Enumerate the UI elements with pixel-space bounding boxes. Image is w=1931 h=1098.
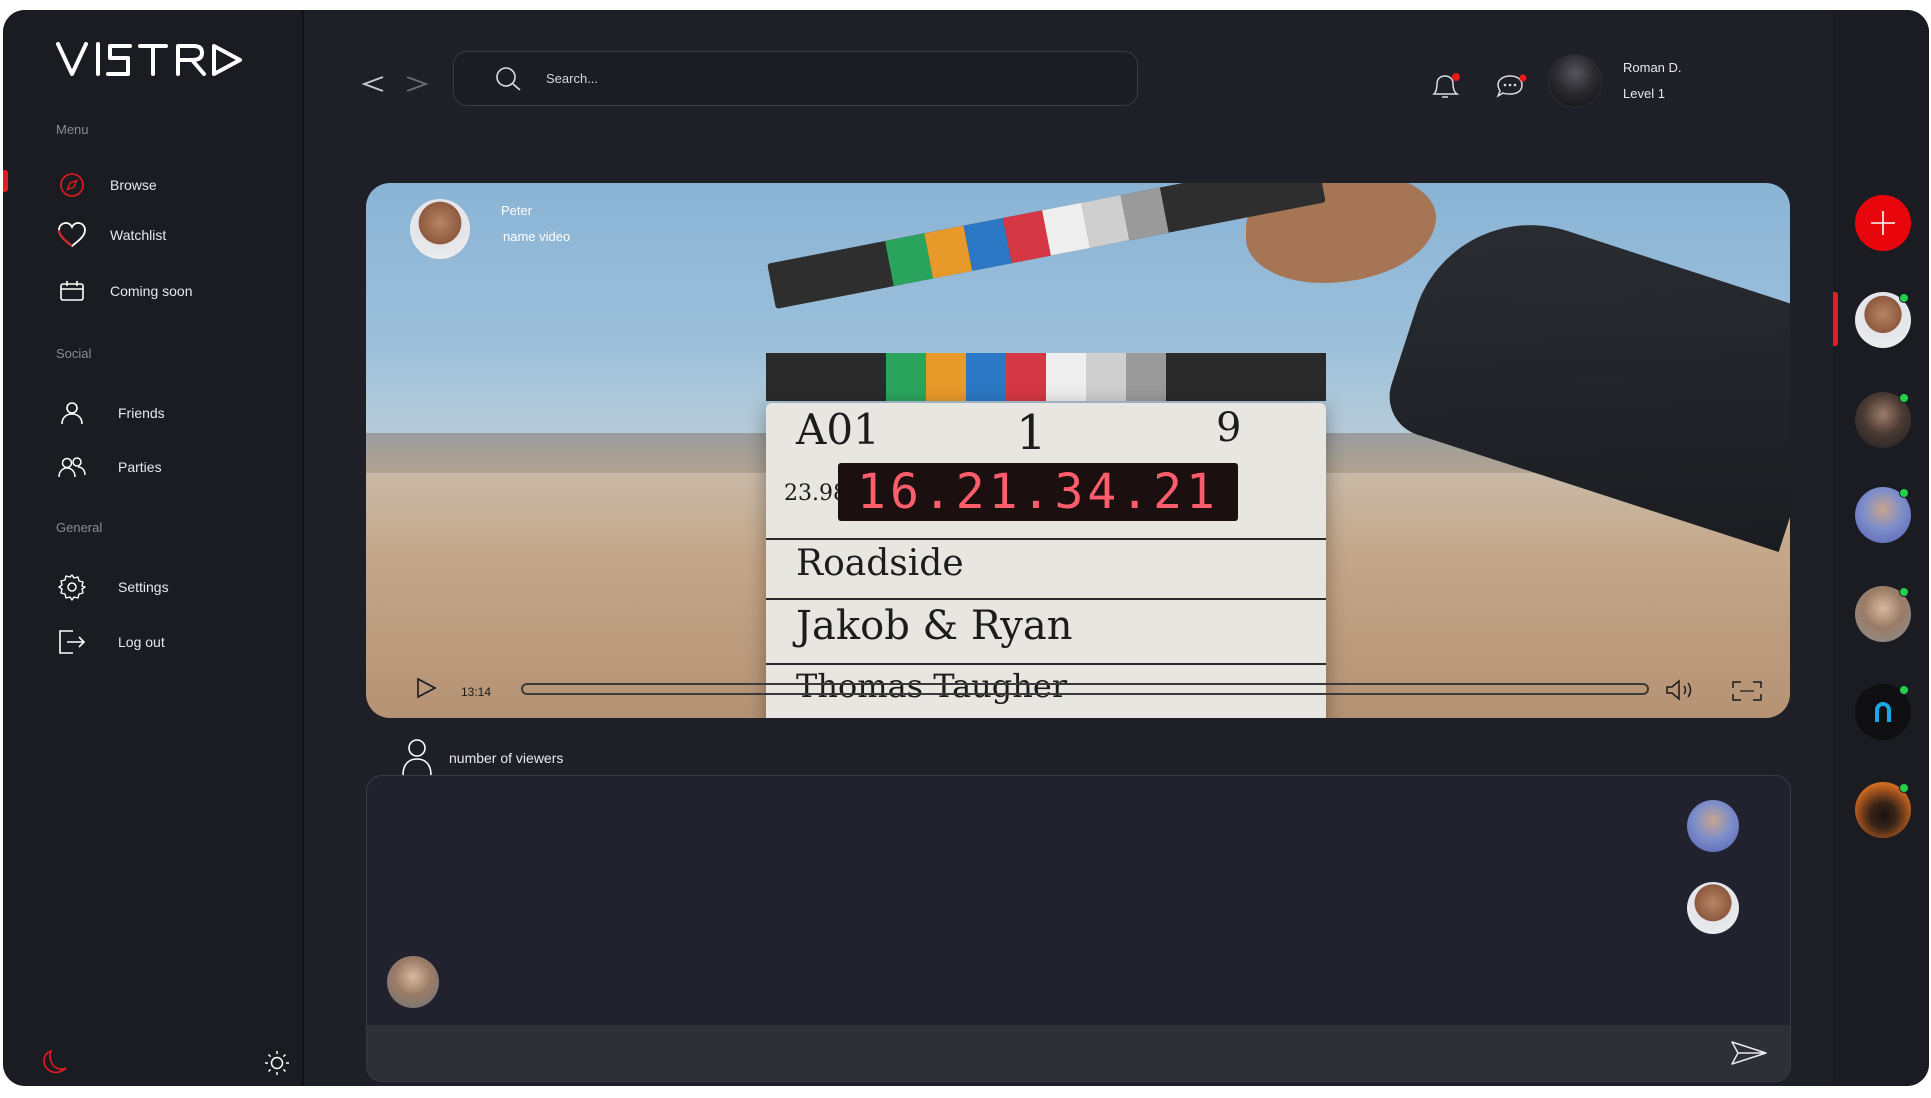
sidebar: Menu Browse Watchlist Coming soon Social xyxy=(3,10,304,1086)
online-indicator xyxy=(1899,488,1909,498)
player-controls: 13:14 xyxy=(366,658,1790,718)
sidebar-item-label: Settings xyxy=(118,579,169,595)
play-button[interactable] xyxy=(414,676,438,705)
user-level: Level 1 xyxy=(1623,86,1665,101)
friend-avatar-1[interactable] xyxy=(1855,292,1911,348)
chat-panel xyxy=(366,775,1791,1082)
logout-icon xyxy=(56,626,88,658)
sidebar-item-coming-soon[interactable]: Coming soon xyxy=(56,271,193,311)
clapper-stripes xyxy=(766,353,1326,401)
calendar-icon xyxy=(56,275,88,307)
fullscreen-icon xyxy=(1732,681,1762,701)
bell-icon xyxy=(1432,73,1460,98)
clapper-arm xyxy=(767,183,1326,309)
send-icon xyxy=(1731,1041,1767,1065)
sidebar-item-logout[interactable]: Log out xyxy=(56,622,165,662)
dark-mode-toggle[interactable] xyxy=(41,1048,69,1081)
sidebar-item-label: Log out xyxy=(118,634,165,650)
chat-input-bar xyxy=(367,1025,1790,1081)
sidebar-item-friends[interactable]: Friends xyxy=(56,393,165,433)
sidebar-item-label: Friends xyxy=(118,405,165,421)
streamer-avatar[interactable] xyxy=(410,199,470,259)
send-button[interactable] xyxy=(1730,1039,1768,1072)
video-scene-arm xyxy=(1379,193,1790,553)
sidebar-item-settings[interactable]: Settings xyxy=(56,567,169,607)
sidebar-item-label: Coming soon xyxy=(110,283,193,299)
heart-icon xyxy=(56,219,88,251)
online-indicator xyxy=(1899,587,1909,597)
forward-arrow-icon[interactable] xyxy=(405,74,429,94)
clapboard-dir: Jakob & Ryan xyxy=(796,603,1073,649)
sidebar-item-label: Parties xyxy=(118,459,162,475)
sidebar-item-browse[interactable]: Browse xyxy=(56,165,157,205)
search-input[interactable] xyxy=(544,70,1048,87)
section-menu-title: Menu xyxy=(56,122,89,137)
section-social-title: Social xyxy=(56,346,92,361)
history-nav xyxy=(361,74,429,94)
volume-icon xyxy=(1666,679,1692,701)
friend-avatar-5[interactable] xyxy=(1855,684,1911,740)
search-bar xyxy=(453,51,1138,106)
brand-logo[interactable] xyxy=(54,38,244,87)
moon-icon xyxy=(43,1049,67,1074)
fullscreen-button[interactable] xyxy=(1731,680,1763,707)
chat-avatar-peter[interactable] xyxy=(1687,882,1739,934)
friend-avatar-2[interactable] xyxy=(1855,392,1911,448)
user-avatar[interactable] xyxy=(1548,54,1602,108)
chat-message-input[interactable] xyxy=(397,1041,1701,1059)
video-title: name video xyxy=(503,229,571,244)
clapboard-prod: Roadside xyxy=(796,543,964,584)
clapboard-scene: 1 xyxy=(1016,405,1047,461)
users-icon xyxy=(56,451,88,483)
current-time: 13:14 xyxy=(461,685,492,699)
app-window: Menu Browse Watchlist Coming soon Social xyxy=(3,10,1929,1086)
plus-icon xyxy=(1871,211,1895,235)
rail-active-indicator xyxy=(1833,292,1838,346)
online-indicator xyxy=(1899,783,1909,793)
user-name: Roman D. xyxy=(1623,60,1682,75)
viewers-count-label: number of viewers xyxy=(449,750,564,766)
active-indicator xyxy=(3,170,8,192)
add-friend-button[interactable] xyxy=(1855,195,1911,251)
online-indicator xyxy=(1899,393,1909,403)
chat-avatar-woman[interactable] xyxy=(1687,800,1739,852)
avatar-logo-icon xyxy=(1875,702,1891,722)
video-player[interactable]: A01 1 9 23.98 16.21.34.21 Roadside Jakob… xyxy=(366,183,1790,718)
streamer-name: Peter xyxy=(501,203,533,218)
compass-icon xyxy=(56,169,88,201)
user-icon xyxy=(56,397,88,429)
vistra-logo-icon xyxy=(56,42,242,76)
sidebar-item-label: Browse xyxy=(110,177,157,193)
friend-avatar-3[interactable] xyxy=(1855,487,1911,543)
friend-avatar-4[interactable] xyxy=(1855,586,1911,642)
online-indicator xyxy=(1899,293,1909,303)
notifications-button[interactable] xyxy=(1430,72,1462,105)
chat-bubble-icon xyxy=(1496,74,1527,98)
sidebar-item-watchlist[interactable]: Watchlist xyxy=(56,215,166,255)
sun-icon xyxy=(265,1051,289,1075)
sidebar-item-label: Watchlist xyxy=(110,227,167,243)
progress-bar[interactable] xyxy=(521,683,1649,695)
clapboard-roll: A01 xyxy=(796,405,880,454)
back-arrow-icon[interactable] xyxy=(361,74,385,94)
section-general-title: General xyxy=(56,520,103,535)
friend-avatar-6[interactable] xyxy=(1855,782,1911,838)
volume-button[interactable] xyxy=(1664,678,1700,707)
clapboard-take: 9 xyxy=(1216,405,1242,451)
friends-rail xyxy=(1833,10,1929,1086)
light-mode-toggle[interactable] xyxy=(264,1050,290,1081)
clapboard-timecode: 16.21.34.21 xyxy=(838,463,1238,521)
online-indicator xyxy=(1899,685,1909,695)
chat-avatar-man[interactable] xyxy=(387,956,439,1008)
play-icon xyxy=(417,677,437,699)
messages-button[interactable] xyxy=(1494,72,1528,105)
gear-icon xyxy=(56,571,88,603)
sidebar-item-parties[interactable]: Parties xyxy=(56,447,162,487)
search-icon xyxy=(492,63,524,95)
